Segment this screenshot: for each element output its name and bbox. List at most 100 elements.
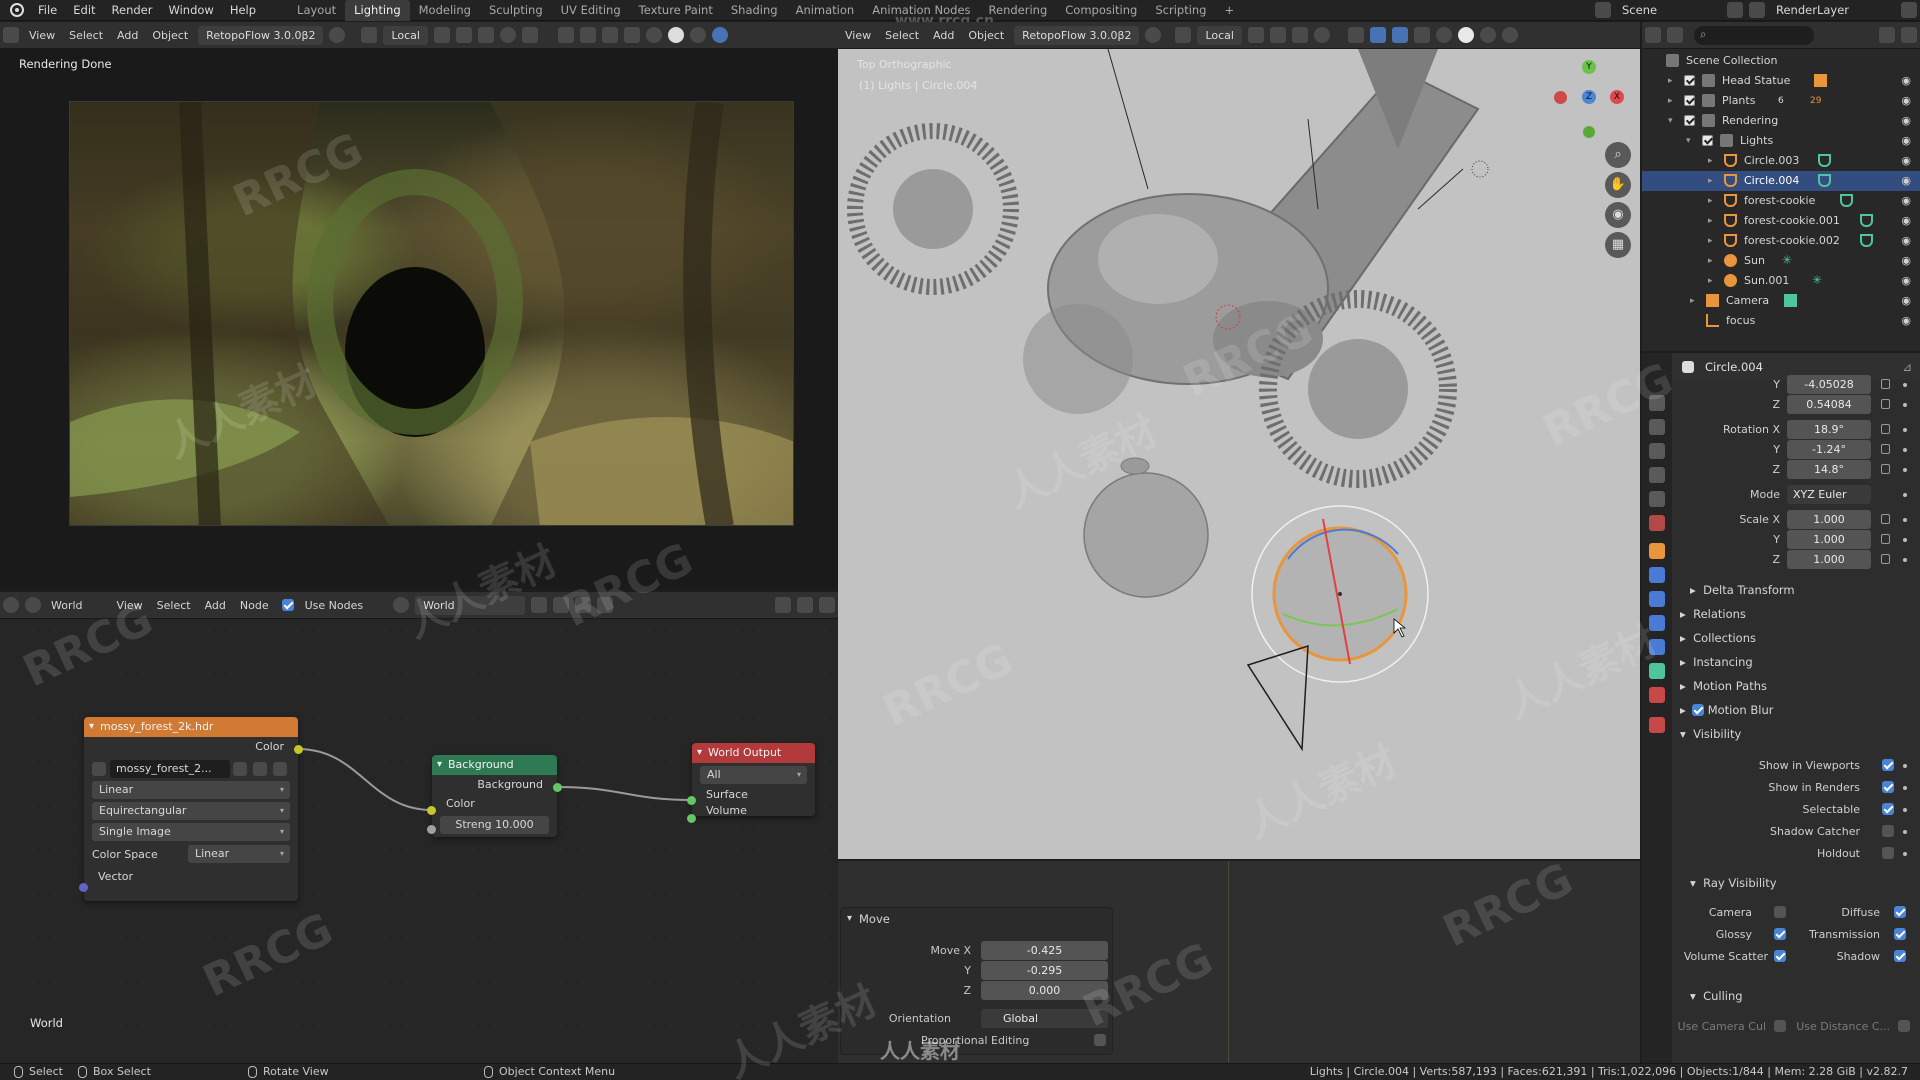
close-icon[interactable] bbox=[575, 597, 592, 613]
keyframe-dot-icon[interactable] bbox=[1903, 383, 1907, 387]
menu-select[interactable]: Select bbox=[150, 596, 198, 615]
overlay-icon[interactable] bbox=[1391, 27, 1408, 43]
eye-icon[interactable]: ◉ bbox=[1901, 271, 1911, 291]
world-name-field[interactable]: World bbox=[415, 595, 526, 615]
keyframe-dot-icon[interactable] bbox=[1903, 852, 1907, 856]
material-tab-icon[interactable] bbox=[1649, 687, 1665, 703]
move-z-field[interactable]: 0.000 bbox=[981, 981, 1108, 1000]
keyframe-dot-icon[interactable] bbox=[1903, 808, 1907, 812]
exclude-checkbox[interactable] bbox=[1684, 75, 1695, 86]
tab-compositing[interactable]: Compositing bbox=[1056, 0, 1146, 21]
world-output-node[interactable]: World Output All▾ Surface Volume bbox=[692, 743, 815, 817]
xray-icon[interactable] bbox=[1413, 27, 1430, 43]
expand-arrow-icon[interactable]: ▸ bbox=[1668, 71, 1673, 91]
shading-wire-icon[interactable] bbox=[1435, 27, 1452, 43]
texture-tab-icon[interactable] bbox=[1649, 717, 1665, 733]
gizmo-icon[interactable] bbox=[579, 27, 596, 43]
expand-arrow-icon[interactable]: ▸ bbox=[1708, 211, 1713, 231]
menu-node[interactable]: Node bbox=[233, 596, 276, 615]
expand-arrow-icon[interactable]: ▸ bbox=[1668, 91, 1673, 111]
exclude-checkbox[interactable] bbox=[1684, 95, 1695, 106]
rotation-x-field[interactable]: 18.9° bbox=[1787, 420, 1871, 439]
shading-wire-icon[interactable] bbox=[645, 27, 662, 43]
keyframe-dot-icon[interactable] bbox=[1903, 518, 1907, 522]
menu-edit[interactable]: Edit bbox=[65, 0, 103, 21]
move-x-field[interactable]: -0.425 bbox=[981, 941, 1108, 960]
tab-animation[interactable]: Animation bbox=[787, 0, 864, 21]
world-tab-icon[interactable] bbox=[1649, 515, 1665, 531]
lock-icon[interactable] bbox=[1881, 464, 1890, 474]
scale-x-field[interactable]: 1.000 bbox=[1787, 510, 1871, 529]
lock-icon[interactable] bbox=[1881, 379, 1890, 389]
image-name-field[interactable]: mossy_forest_2... bbox=[110, 760, 230, 778]
keyframe-dot-icon[interactable] bbox=[1903, 538, 1907, 542]
eye-icon[interactable]: ◉ bbox=[1901, 151, 1911, 171]
retopoflow-button[interactable]: RetopoFlow 3.0.0β2 bbox=[1014, 25, 1140, 45]
object-tab-icon[interactable] bbox=[1649, 543, 1665, 559]
output-target-dropdown[interactable]: All ▾ bbox=[700, 766, 807, 784]
outliner-item-circle-003[interactable]: ▸ Circle.003 ◉ bbox=[1642, 151, 1920, 171]
strength-field[interactable]: Streng 10.000 bbox=[440, 816, 549, 834]
eye-icon[interactable]: ◉ bbox=[1901, 191, 1911, 211]
editor-type-icon[interactable] bbox=[1645, 27, 1661, 43]
selectable-checkbox[interactable] bbox=[1882, 803, 1894, 815]
snap-icon[interactable] bbox=[797, 597, 813, 613]
scene-tab-icon[interactable] bbox=[1649, 491, 1665, 507]
section-motion-paths[interactable]: ▸ Motion Paths bbox=[1680, 675, 1767, 697]
visibility-icon[interactable] bbox=[1347, 27, 1364, 43]
section-delta-transform[interactable]: ▸ Delta Transform bbox=[1690, 579, 1795, 601]
overlay-icon[interactable] bbox=[819, 597, 835, 613]
motion-blur-checkbox[interactable] bbox=[1692, 704, 1704, 716]
gizmo-z-axis[interactable]: Z bbox=[1582, 90, 1596, 104]
camera-view-icon[interactable]: ◉ bbox=[1605, 202, 1631, 228]
eye-icon[interactable]: ◉ bbox=[1901, 131, 1911, 151]
parent-node-icon[interactable] bbox=[775, 597, 791, 613]
constraints-tab-icon[interactable] bbox=[1649, 639, 1665, 655]
interpolation-dropdown[interactable]: Linear ▾ bbox=[92, 781, 290, 799]
scale-z-field[interactable]: 1.000 bbox=[1787, 550, 1871, 569]
menu-object[interactable]: Object bbox=[145, 26, 195, 45]
pin-icon[interactable] bbox=[597, 597, 614, 613]
orientation-dropdown[interactable]: Local bbox=[383, 25, 428, 45]
collapse-arrow-icon[interactable]: ▾ bbox=[1668, 111, 1673, 131]
menu-file[interactable]: File bbox=[30, 0, 65, 21]
tab-sculpting[interactable]: Sculpting bbox=[480, 0, 552, 21]
physics-tab-icon[interactable] bbox=[1649, 615, 1665, 631]
view-layer-browse-icon[interactable] bbox=[1901, 2, 1917, 18]
open-folder-icon[interactable] bbox=[253, 762, 267, 776]
outliner-item-forest-cookie[interactable]: ▸ forest-cookie ◉ bbox=[1642, 191, 1920, 211]
expand-arrow-icon[interactable]: ▸ bbox=[1708, 271, 1713, 291]
falloff-icon[interactable] bbox=[521, 27, 538, 43]
move-y-field[interactable]: -0.295 bbox=[981, 961, 1108, 980]
eye-icon[interactable]: ◉ bbox=[1901, 111, 1911, 131]
section-instancing[interactable]: ▸ Instancing bbox=[1680, 651, 1753, 673]
snap-target-icon[interactable] bbox=[477, 27, 494, 43]
view-layer-icon[interactable] bbox=[1749, 2, 1765, 18]
shadow-catcher-checkbox[interactable] bbox=[1882, 825, 1894, 837]
keyframe-dot-icon[interactable] bbox=[1903, 468, 1907, 472]
image-browse-icon[interactable] bbox=[92, 762, 106, 776]
keyframe-dot-icon[interactable] bbox=[1903, 403, 1907, 407]
section-relations[interactable]: ▸ Relations bbox=[1680, 603, 1746, 625]
outliner-scene-collection[interactable]: Scene Collection bbox=[1642, 51, 1920, 71]
orientation-dropdown[interactable]: Local bbox=[1197, 25, 1242, 45]
rotation-z-field[interactable]: 14.8° bbox=[1787, 460, 1871, 479]
color-space-dropdown[interactable]: Linear ▾ bbox=[188, 845, 290, 863]
duplicate-icon[interactable] bbox=[553, 597, 570, 613]
ray-transmission-checkbox[interactable] bbox=[1894, 928, 1906, 940]
expand-arrow-icon[interactable]: ▸ bbox=[1708, 231, 1713, 251]
menu-window[interactable]: Window bbox=[160, 0, 221, 21]
background-strength-input-socket[interactable] bbox=[427, 825, 436, 834]
eye-icon[interactable]: ◉ bbox=[1901, 311, 1911, 331]
exclude-checkbox[interactable] bbox=[1702, 135, 1713, 146]
gizmo-x-axis[interactable]: X bbox=[1610, 90, 1624, 104]
image-vector-input-socket[interactable] bbox=[79, 883, 88, 892]
editor-type-icon[interactable] bbox=[3, 597, 19, 613]
outliner-item-sun-001[interactable]: ▸ Sun.001 ✳ ◉ bbox=[1642, 271, 1920, 291]
keyframe-dot-icon[interactable] bbox=[1903, 428, 1907, 432]
filter-icon[interactable] bbox=[1879, 27, 1895, 43]
world-surface-input-socket[interactable] bbox=[687, 796, 696, 805]
exclude-checkbox[interactable] bbox=[1684, 115, 1695, 126]
rotation-mode-dropdown[interactable]: XYZ Euler bbox=[1787, 485, 1871, 504]
lock-icon[interactable] bbox=[1881, 534, 1890, 544]
